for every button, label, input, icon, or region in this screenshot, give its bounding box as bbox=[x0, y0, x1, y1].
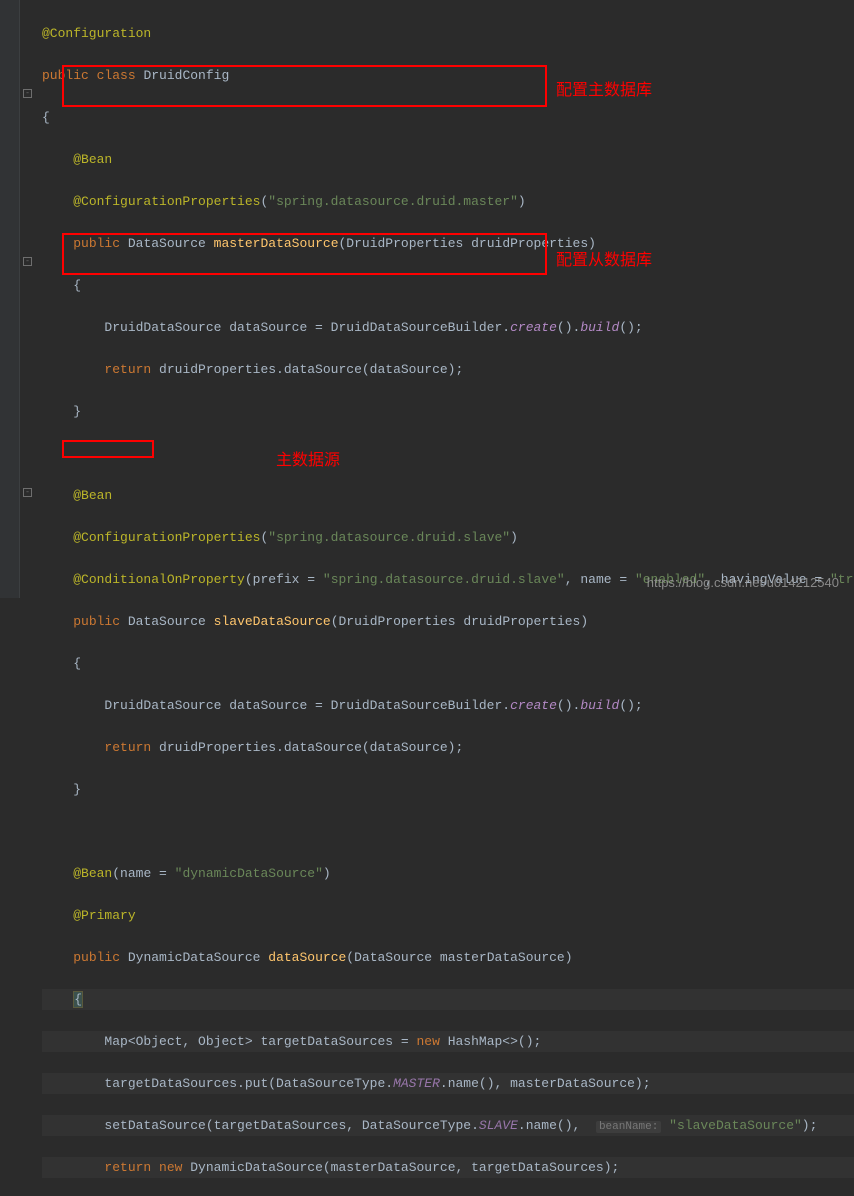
string-literal: "spring.datasource.druid.slave" bbox=[268, 530, 510, 545]
annotation: @Bean bbox=[73, 866, 112, 881]
code: DynamicDataSource(masterDataSource, targ… bbox=[182, 1160, 619, 1175]
fold-icon[interactable]: - bbox=[23, 257, 32, 266]
keyword: return bbox=[104, 1160, 151, 1175]
code: .name(), bbox=[518, 1118, 588, 1133]
param-label: (name = bbox=[112, 866, 174, 881]
code: DruidDataSource dataSource = DruidDataSo… bbox=[104, 698, 510, 713]
string-literal: "spring.datasource.druid.slave" bbox=[323, 572, 565, 587]
keyword: new bbox=[159, 1160, 182, 1175]
code-content[interactable]: @Configuration public class DruidConfig … bbox=[36, 0, 854, 598]
type: DynamicDataSource bbox=[128, 950, 261, 965]
param-hint: beanName: bbox=[596, 1121, 661, 1133]
code: .name(), masterDataSource); bbox=[440, 1076, 651, 1091]
fold-column: - - - bbox=[20, 0, 36, 598]
code: (). bbox=[557, 320, 580, 335]
code: ) bbox=[323, 866, 331, 881]
type: DataSource bbox=[128, 236, 206, 251]
brace: } bbox=[73, 404, 81, 419]
annotation: @ConfigurationProperties bbox=[73, 194, 260, 209]
keyword: return bbox=[104, 740, 151, 755]
brace: { bbox=[73, 991, 83, 1008]
fold-icon[interactable]: - bbox=[23, 89, 32, 98]
static-field: SLAVE bbox=[479, 1118, 518, 1133]
annotation: @ConfigurationProperties bbox=[73, 530, 260, 545]
params: (DruidProperties druidProperties) bbox=[339, 236, 596, 251]
brace: { bbox=[73, 278, 81, 293]
method-name: dataSource bbox=[268, 950, 346, 965]
code: (). bbox=[557, 698, 580, 713]
code: DruidDataSource dataSource = DruidDataSo… bbox=[104, 320, 510, 335]
param-label: , name = bbox=[565, 572, 635, 587]
string-literal: "slaveDataSource" bbox=[669, 1118, 802, 1133]
code: (); bbox=[619, 320, 642, 335]
keyword: class bbox=[97, 68, 136, 83]
code: HashMap<>(); bbox=[440, 1034, 541, 1049]
static-call: create bbox=[510, 320, 557, 335]
code: ); bbox=[802, 1118, 818, 1133]
static-field: MASTER bbox=[393, 1076, 440, 1091]
method-name: slaveDataSource bbox=[214, 614, 331, 629]
params: (DruidProperties druidProperties) bbox=[331, 614, 588, 629]
param-label: prefix = bbox=[253, 572, 323, 587]
code: druidProperties.dataSource(dataSource); bbox=[151, 740, 463, 755]
keyword: public bbox=[73, 236, 120, 251]
brace: { bbox=[73, 656, 81, 671]
code: targetDataSources.put(DataSourceType. bbox=[104, 1076, 393, 1091]
method-name: masterDataSource bbox=[214, 236, 339, 251]
annotation: @Configuration bbox=[42, 26, 151, 41]
annotation: @Bean bbox=[73, 488, 112, 503]
keyword: public bbox=[73, 614, 120, 629]
gutter bbox=[0, 0, 20, 598]
watermark: https://blog.csdn.net/u014212540 bbox=[647, 575, 839, 590]
fold-icon[interactable]: - bbox=[23, 488, 32, 497]
code-editor[interactable]: - - - @Configuration public class DruidC… bbox=[0, 0, 854, 598]
string-literal: "spring.datasource.druid.master" bbox=[268, 194, 518, 209]
annotation: @Bean bbox=[73, 152, 112, 167]
static-call: build bbox=[580, 320, 619, 335]
brace: } bbox=[73, 782, 81, 797]
code: setDataSource(targetDataSources, DataSou… bbox=[104, 1118, 478, 1133]
annotation: @ConditionalOnProperty bbox=[73, 572, 245, 587]
code: Map<Object, Object> targetDataSources = bbox=[104, 1034, 416, 1049]
static-call: build bbox=[580, 698, 619, 713]
keyword: return bbox=[104, 362, 151, 377]
keyword: public bbox=[42, 68, 89, 83]
keyword: public bbox=[73, 950, 120, 965]
code: (); bbox=[619, 698, 642, 713]
keyword: new bbox=[416, 1034, 439, 1049]
class-name: DruidConfig bbox=[143, 68, 229, 83]
string-literal: "dynamicDataSource" bbox=[175, 866, 323, 881]
brace: { bbox=[42, 110, 50, 125]
annotation: @Primary bbox=[73, 908, 135, 923]
static-call: create bbox=[510, 698, 557, 713]
type: DataSource bbox=[128, 614, 206, 629]
params: (DataSource masterDataSource) bbox=[346, 950, 572, 965]
code: druidProperties.dataSource(dataSource); bbox=[151, 362, 463, 377]
